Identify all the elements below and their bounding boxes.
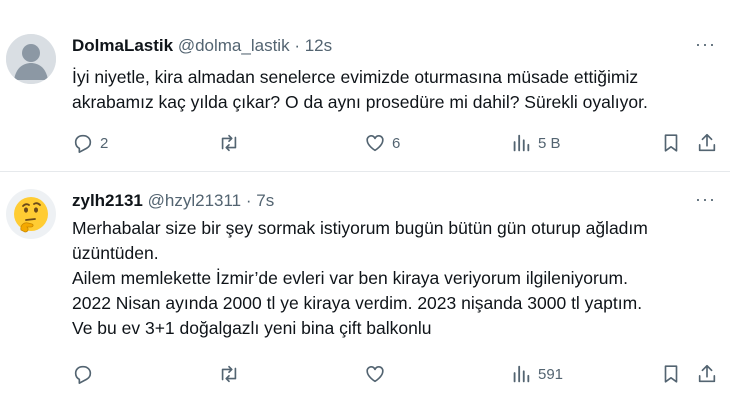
tweet-divider [0, 171, 730, 172]
tweet-text-line: üzüntüden. [72, 243, 159, 263]
display-name[interactable]: zylh2131 [72, 191, 143, 210]
tweet-text-line: Ve bu ev 3+1 doğalgazlı yeni bina çift b… [72, 318, 432, 338]
share-icon [698, 133, 716, 152]
separator-dot: · [245, 191, 252, 210]
reply-button[interactable] [72, 362, 100, 386]
bookmark-button[interactable] [660, 131, 682, 155]
like-count: 6 [392, 134, 401, 152]
share-icon [698, 364, 716, 383]
reply-button[interactable]: 2 [72, 131, 108, 155]
tweet-text-line: Ailem memlekette İzmir’de evleri var ben… [72, 268, 628, 288]
reply-icon [74, 134, 92, 153]
more-options-icon[interactable]: ··· [695, 34, 716, 55]
tweet-header: DolmaLastik @dolma_lastik · 12s [72, 36, 332, 56]
user-handle[interactable]: @hzyl21311 [148, 191, 242, 210]
tweet-text: İyi niyetle, kira almadan senelerce evim… [72, 65, 722, 115]
tweet-header: zylh2131 @hzyl21311 · 7s [72, 191, 274, 211]
bookmark-icon [664, 365, 678, 383]
retweet-icon [221, 365, 237, 383]
default-avatar-icon [6, 34, 56, 84]
user-handle[interactable]: @dolma_lastik [178, 36, 290, 55]
timestamp[interactable]: 12s [305, 36, 332, 55]
heart-icon [366, 365, 384, 383]
views-count: 5 B [538, 134, 561, 152]
share-button[interactable] [696, 131, 718, 155]
retweet-icon [221, 134, 237, 152]
views-button[interactable]: 5 B [510, 131, 561, 155]
avatar[interactable] [6, 189, 56, 239]
like-button[interactable] [364, 362, 392, 386]
bookmark-button[interactable] [660, 362, 682, 386]
reply-icon [74, 365, 92, 384]
display-name[interactable]: DolmaLastik [72, 36, 173, 55]
action-bar: 591 [72, 362, 720, 386]
share-button[interactable] [696, 362, 718, 386]
separator-dot: · [294, 36, 300, 55]
tweet-text-line: akrabamız kaç yılda çıkar? O da aynı pro… [72, 92, 648, 112]
views-button[interactable]: 591 [510, 362, 563, 386]
tweet-text-line: 2022 Nisan ayında 2000 tl ye kiraya verd… [72, 293, 643, 313]
tweet-2[interactable]: zylh2131 @hzyl21311 · 7s ··· Merhabalar … [0, 173, 730, 420]
like-button[interactable]: 6 [364, 131, 400, 155]
more-options-icon[interactable]: ··· [695, 189, 716, 210]
tweet-text-line: Merhabalar size bir şey sormak istiyorum… [72, 218, 648, 238]
retweet-button[interactable] [218, 131, 246, 155]
heart-icon [366, 134, 384, 152]
tweet-text-line: İyi niyetle, kira almadan senelerce evim… [72, 67, 639, 87]
views-count: 591 [538, 365, 564, 383]
tweet-1[interactable]: DolmaLastik @dolma_lastik · 12s ··· İyi … [0, 0, 730, 172]
action-bar: 2 6 5 B [72, 131, 720, 155]
retweet-button[interactable] [218, 362, 246, 386]
thinking-face-emoji-icon [6, 189, 56, 239]
tweet-text: Merhabalar size bir şey sormak istiyorum… [72, 216, 722, 341]
reply-count: 2 [100, 134, 109, 152]
bookmark-icon [664, 134, 678, 152]
views-chart-icon [513, 365, 530, 383]
timestamp[interactable]: 7s [256, 191, 274, 210]
avatar[interactable] [6, 34, 56, 84]
views-chart-icon [513, 134, 530, 152]
